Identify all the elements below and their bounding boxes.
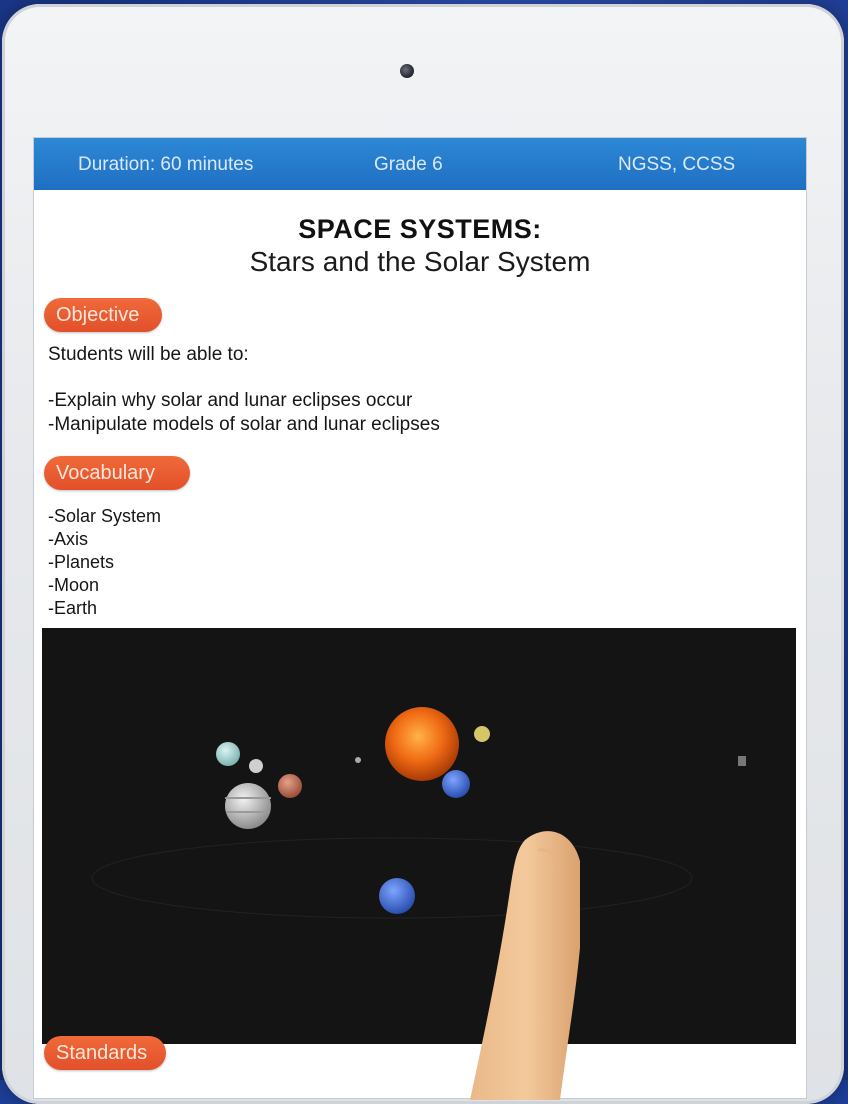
standards-button[interactable]: Standards <box>44 1036 166 1070</box>
vocabulary-button[interactable]: Vocabulary <box>44 456 190 490</box>
space-background <box>42 628 796 1044</box>
vocabulary-item: -Solar System <box>48 506 162 526</box>
neptune-icon <box>442 770 470 798</box>
solar-system-image[interactable] <box>42 628 796 1044</box>
lesson-title: SPACE SYSTEMS: <box>298 214 542 244</box>
vocabulary-item: -Moon <box>48 575 100 595</box>
tiny-planet-icon <box>355 757 361 763</box>
objective-item: -Explain why solar and lunar eclipses oc… <box>48 390 413 411</box>
earth-icon <box>379 878 415 914</box>
sun-icon <box>385 707 459 781</box>
vocabulary-item: -Axis <box>48 529 88 549</box>
uranus-icon <box>216 742 240 766</box>
lesson-subtitle: Stars and the Solar System <box>249 246 591 277</box>
objective-intro: Students will be able to: <box>48 344 249 365</box>
camera-icon <box>400 64 414 78</box>
moon-icon <box>249 759 263 773</box>
standards-tag: NGSS, CCSS <box>618 154 736 175</box>
lesson-screen: Duration: 60 minutes Grade 6 NGSS, CCSS … <box>34 138 806 1098</box>
tablet-device: Duration: 60 minutes Grade 6 NGSS, CCSS … <box>2 4 844 1104</box>
solar-system-media[interactable] <box>42 628 796 1044</box>
grade-label: Grade 6 <box>374 154 443 175</box>
vocabulary-list: -Solar System -Axis -Planets -Moon -Eart… <box>48 506 161 621</box>
small-planet-icon <box>474 726 490 742</box>
duration-label: Duration: 60 minutes <box>78 154 254 175</box>
vocabulary-item: -Earth <box>48 598 98 618</box>
mars-icon <box>278 774 302 798</box>
objective-button[interactable]: Objective <box>44 298 162 332</box>
vocabulary-item: -Planets <box>48 552 115 572</box>
lesson-info-bar: Duration: 60 minutes Grade 6 NGSS, CCSS <box>34 138 806 190</box>
distant-object-icon <box>738 756 746 766</box>
jupiter-icon <box>225 783 271 829</box>
objective-item: -Manipulate models of solar and lunar ec… <box>48 414 440 435</box>
